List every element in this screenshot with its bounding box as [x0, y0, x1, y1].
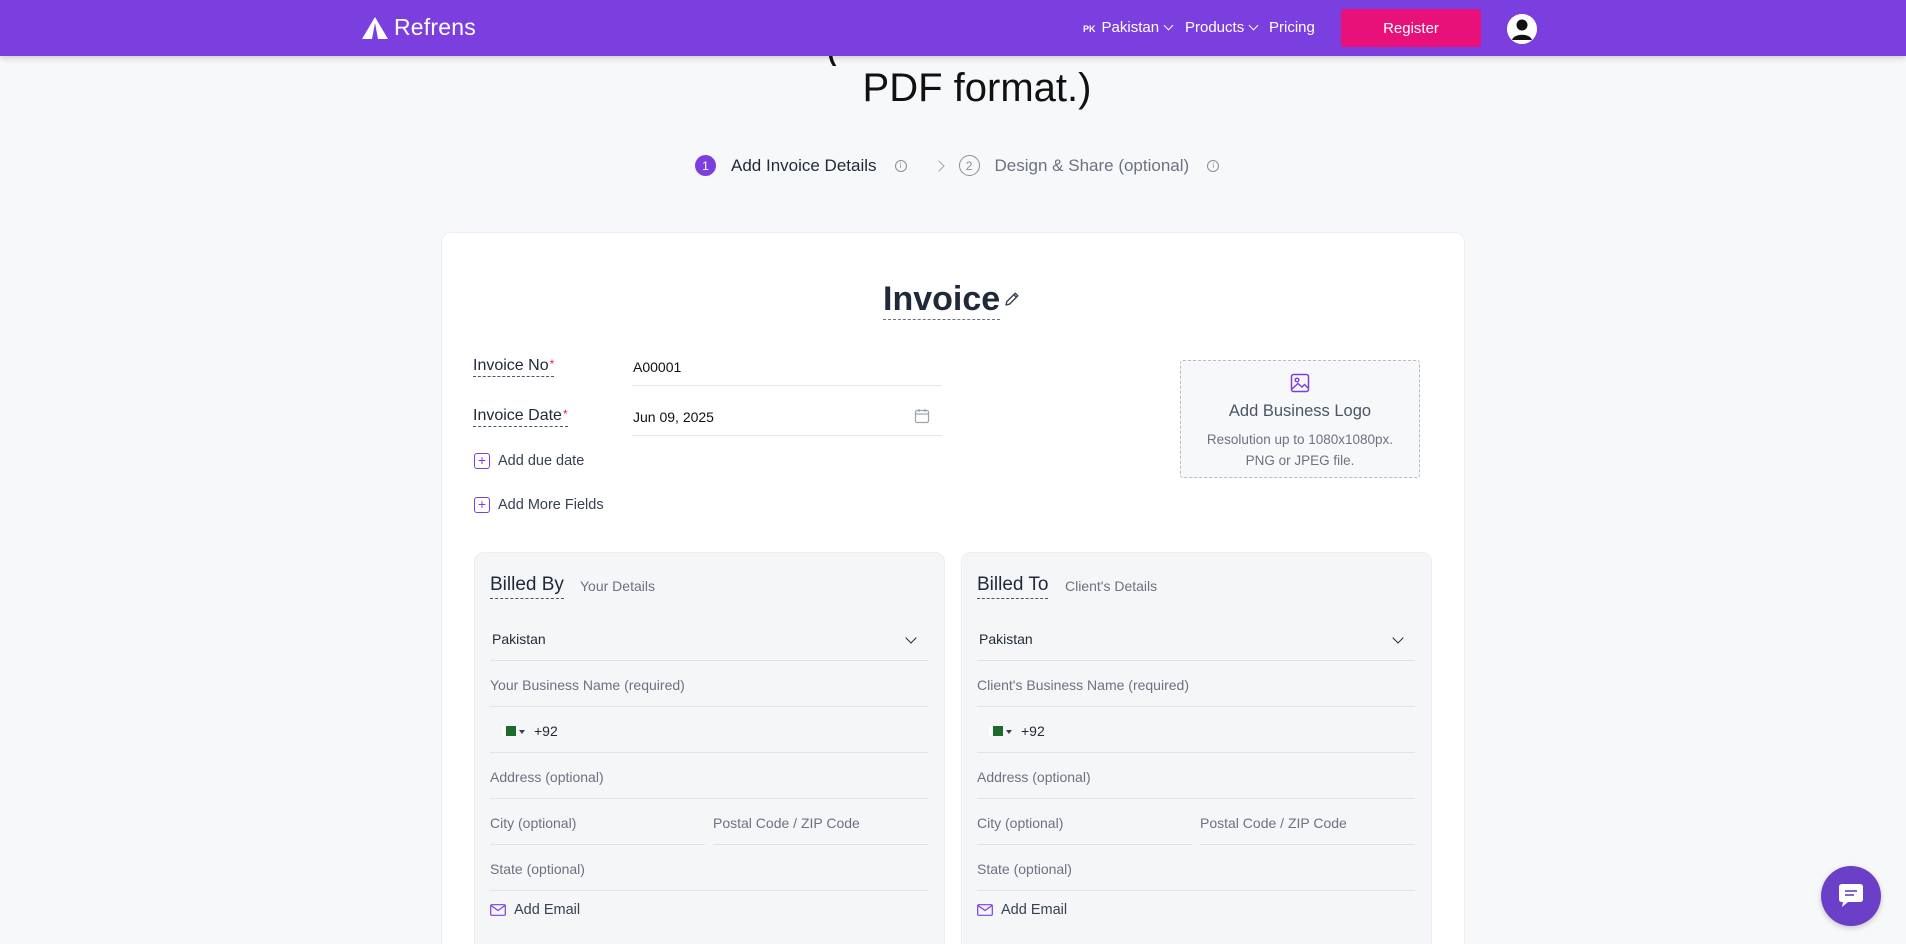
products-menu[interactable]: Products: [1185, 19, 1257, 36]
billed-by-country-select[interactable]: Pakistan: [490, 625, 928, 661]
mail-icon: [977, 904, 993, 916]
logo-resolution-hint: Resolution up to 1080x1080px. PNG or JPE…: [1181, 429, 1419, 471]
add-more-fields-button[interactable]: + Add More Fields: [474, 497, 604, 513]
pakistan-flag-icon[interactable]: [502, 726, 516, 736]
chevron-right-icon: [933, 160, 944, 171]
info-icon[interactable]: i: [895, 160, 907, 172]
pricing-link[interactable]: Pricing: [1269, 19, 1315, 36]
step-number: 1: [695, 155, 716, 176]
billed-by-business-name-input[interactable]: Your Business Name (required): [490, 671, 928, 707]
billed-by-postal-input[interactable]: Postal Code / ZIP Code: [713, 809, 928, 845]
plus-icon: +: [474, 453, 490, 469]
info-icon[interactable]: i: [1207, 160, 1219, 172]
billed-by-city-input[interactable]: City (optional): [490, 809, 705, 845]
calendar-icon[interactable]: [914, 408, 930, 424]
pakistan-flag-icon[interactable]: [989, 726, 1003, 736]
billed-to-add-email-button[interactable]: Add Email: [977, 902, 1067, 918]
billed-by-subtitle: Your Details: [580, 578, 655, 594]
pencil-edit-icon[interactable]: [1003, 290, 1021, 308]
heading-paren-fragment: (: [826, 56, 838, 66]
chevron-down-icon: [1164, 21, 1174, 31]
plus-icon: +: [474, 497, 490, 513]
add-email-label: Add Email: [1001, 902, 1067, 918]
invoice-date-label: Invoice Date*: [473, 407, 568, 427]
billed-by-phone-code: +92: [534, 723, 558, 739]
billed-by-add-email-button[interactable]: Add Email: [490, 902, 580, 918]
page-heading: PDF format.): [0, 66, 1906, 111]
billed-to-business-name-input[interactable]: Client's Business Name (required): [977, 671, 1415, 707]
billed-to-state-input[interactable]: State (optional): [977, 855, 1415, 891]
country-code: PK: [1083, 24, 1096, 34]
invoice-no-label: Invoice No*: [473, 357, 554, 377]
country-selector[interactable]: PK Pakistan: [1083, 19, 1172, 36]
step-indicator: 1 Add Invoice Details i 2 Design & Share…: [695, 155, 1219, 176]
required-mark: *: [550, 357, 555, 371]
required-mark: *: [563, 407, 568, 421]
add-more-fields-label: Add More Fields: [498, 497, 604, 513]
billed-to-subtitle: Client's Details: [1065, 578, 1157, 594]
chat-widget-button[interactable]: [1821, 866, 1881, 926]
top-navbar: Refrens PK Pakistan Products Pricing Reg…: [0, 0, 1906, 56]
invoice-date-input[interactable]: Jun 09, 2025: [632, 402, 942, 436]
billed-to-country-select[interactable]: Pakistan: [977, 625, 1415, 661]
billed-to-address-input[interactable]: Address (optional): [977, 763, 1415, 799]
chevron-down-icon: [1249, 21, 1259, 31]
billed-to-country-value: Pakistan: [979, 631, 1033, 647]
billed-by-state-input[interactable]: State (optional): [490, 855, 928, 891]
refrens-logo-icon: [362, 17, 388, 39]
user-avatar-icon[interactable]: [1507, 14, 1537, 44]
billed-to-phone-code: +92: [1021, 723, 1045, 739]
mail-icon: [490, 904, 506, 916]
add-due-date-button[interactable]: + Add due date: [474, 453, 584, 469]
billed-by-country-value: Pakistan: [492, 631, 546, 647]
invoice-date-label-text: Invoice Date: [473, 407, 562, 424]
step-label-add-invoice-details[interactable]: Add Invoice Details: [731, 156, 877, 176]
add-email-label: Add Email: [514, 902, 580, 918]
invoice-title[interactable]: Invoice: [883, 280, 1000, 320]
billed-to-postal-input[interactable]: Postal Code / ZIP Code: [1200, 809, 1415, 845]
billed-to-city-input[interactable]: City (optional): [977, 809, 1192, 845]
register-button[interactable]: Register: [1341, 9, 1481, 47]
brand-name: Refrens: [394, 14, 476, 41]
logo-hint-line1: Resolution up to 1080x1080px.: [1181, 429, 1419, 450]
products-label: Products: [1185, 19, 1244, 36]
invoice-no-label-text: Invoice No: [473, 357, 549, 374]
logo-hint-line2: PNG or JPEG file.: [1181, 450, 1419, 471]
step-label-design-share[interactable]: Design & Share (optional): [995, 156, 1190, 176]
billed-by-title[interactable]: Billed By: [490, 574, 564, 599]
invoice-no-input[interactable]: A00001: [632, 352, 942, 386]
image-icon: [1290, 373, 1310, 393]
caret-down-icon: [1006, 730, 1012, 734]
add-due-date-label: Add due date: [498, 453, 584, 469]
brand-logo[interactable]: Refrens: [362, 14, 476, 41]
add-business-logo-title: Add Business Logo: [1181, 402, 1419, 421]
country-name: Pakistan: [1102, 19, 1160, 36]
step-number: 2: [959, 155, 980, 176]
billed-by-address-input[interactable]: Address (optional): [490, 763, 928, 799]
business-logo-upload[interactable]: Add Business Logo Resolution up to 1080x…: [1180, 360, 1420, 478]
caret-down-icon: [519, 730, 525, 734]
billed-to-title[interactable]: Billed To: [977, 574, 1048, 599]
chat-icon: [1836, 882, 1866, 910]
